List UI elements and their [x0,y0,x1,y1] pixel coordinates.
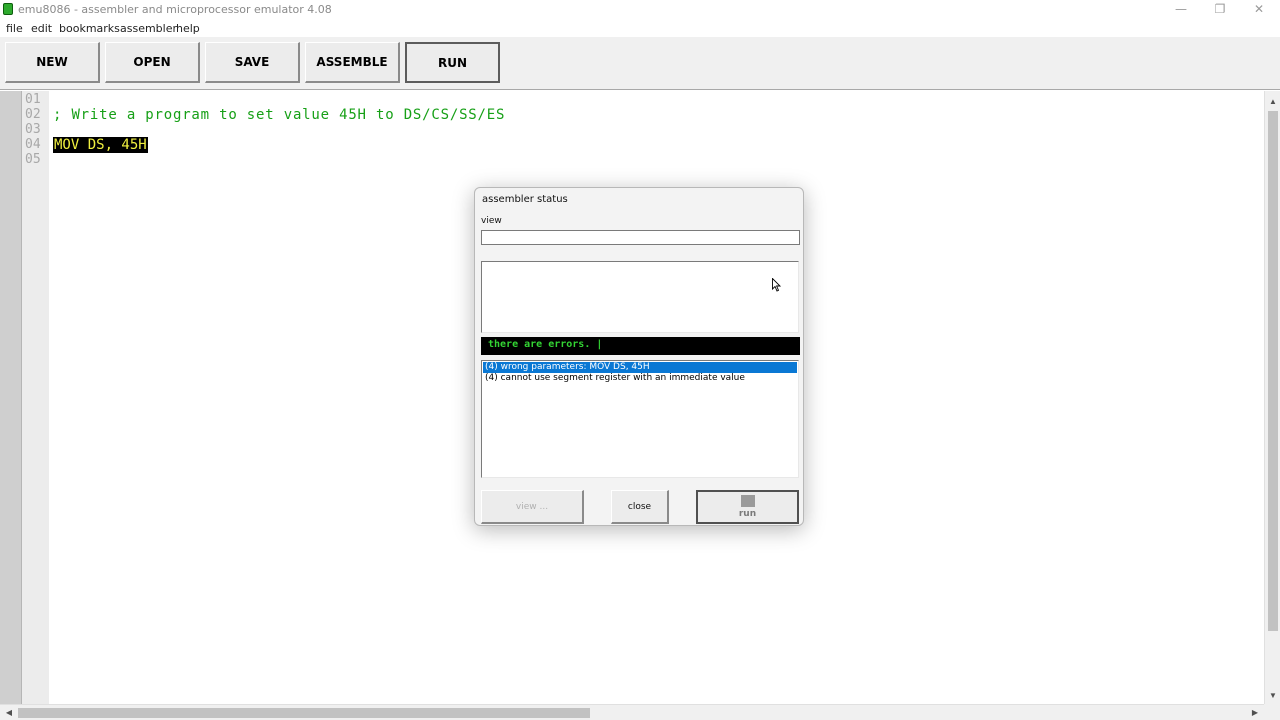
menu-bar: file edit bookmarks assembler help [0,20,1280,37]
vertical-scroll-thumb[interactable] [1268,111,1278,631]
editor-margin [0,91,22,704]
close-dialog-button[interactable]: close [611,490,669,524]
app-window: emu8086 - assembler and microprocessor e… [0,0,1280,720]
scroll-left-icon[interactable]: ◀ [1,705,17,720]
line-number-gutter [22,91,49,704]
horizontal-scroll-thumb[interactable] [18,708,590,718]
run-label: run [738,509,757,519]
assembler-status-dialog: assembler status view there are errors. … [474,187,804,526]
menu-assembler[interactable]: assembler [120,22,177,35]
line-number: 05 [25,152,41,167]
title-bar: emu8086 - assembler and microprocessor e… [0,0,1280,20]
menu-edit[interactable]: edit [31,22,52,35]
menu-help[interactable]: help [176,22,200,35]
toolbar: NEW OPEN SAVE ASSEMBLE RUN [0,37,1280,90]
code-line-selected: MOV DS, 45H [53,137,148,153]
scroll-up-icon[interactable]: ▲ [1265,94,1280,110]
menu-file[interactable]: file [6,22,23,35]
error-list[interactable]: (4) wrong parameters: MOV DS, 45H (4) ca… [481,360,799,478]
horizontal-scrollbar[interactable]: ◀ ▶ [0,704,1264,720]
scroll-right-icon[interactable]: ▶ [1247,705,1263,720]
mouse-pointer-icon [772,278,782,292]
assemble-button[interactable]: ASSEMBLE [305,42,400,83]
run-icon [740,495,755,507]
line-number: 02 [25,107,41,122]
close-window-button[interactable]: ✕ [1239,0,1279,20]
window-title: emu8086 - assembler and microprocessor e… [18,3,332,16]
view-label: view [481,216,502,226]
emu8086-icon [3,3,13,15]
maximize-button[interactable]: ❐ [1200,0,1240,20]
new-button[interactable]: NEW [5,42,100,83]
view-field[interactable] [481,230,800,245]
vertical-scrollbar[interactable]: ▲ ▼ [1264,91,1280,704]
run-button[interactable]: RUN [405,42,500,83]
scrollbar-corner [1264,704,1280,720]
open-button[interactable]: OPEN [105,42,200,83]
menu-bookmarks[interactable]: bookmarks [59,22,120,35]
dialog-title: assembler status [482,194,568,205]
line-number: 04 [25,137,41,152]
scroll-down-icon[interactable]: ▼ [1265,688,1280,704]
dialog-run-button[interactable]: run [696,490,799,524]
status-output-box [481,261,799,333]
line-number: 01 [25,92,41,107]
error-list-item-selected[interactable]: (4) wrong parameters: MOV DS, 45H [483,362,797,373]
error-list-item[interactable]: (4) cannot use segment register with an … [483,373,797,384]
minimize-button[interactable]: — [1161,0,1201,20]
view-button[interactable]: view ... [481,490,584,524]
line-number: 03 [25,122,41,137]
error-status-bar: there are errors. | [481,337,800,355]
save-button[interactable]: SAVE [205,42,300,83]
code-line-comment: ; Write a program to set value 45H to DS… [53,107,506,123]
